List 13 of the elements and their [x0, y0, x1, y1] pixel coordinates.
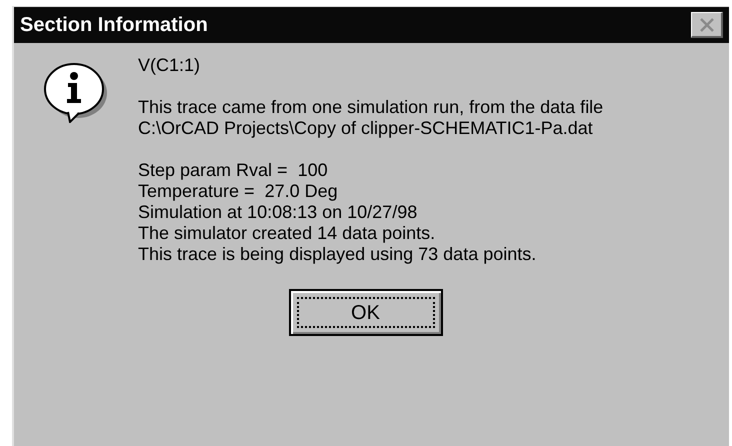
info-text: This trace came from one simulation run, from the data file — [138, 97, 604, 118]
info-text: The simulator created 14 data points. — [138, 223, 436, 244]
info-text: Temperature = 27.0 Deg — [138, 181, 339, 202]
info-icon — [43, 61, 109, 123]
close-icon — [698, 18, 714, 32]
info-text: Step param Rval = 100 — [138, 160, 329, 181]
info-text: Simulation at 10:08:13 on 10/27/98 — [138, 202, 418, 223]
info-text: C:\OrCAD Projects\Copy of clipper-SCHEMATIC1-Pa.dat — [138, 118, 594, 139]
window-title: Section Information — [20, 13, 208, 38]
info-text: This trace is being displayed using 73 data points. — [138, 244, 538, 265]
close-button[interactable] — [691, 12, 723, 38]
ok-button[interactable]: OK — [288, 289, 442, 336]
trace-name: V(C1:1) — [138, 55, 202, 76]
